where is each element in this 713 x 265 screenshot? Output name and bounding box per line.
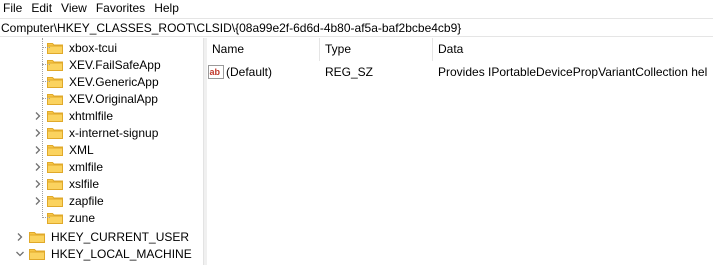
tree-item[interactable]: xhtmlfile xyxy=(33,107,113,124)
tree-guide-tick xyxy=(42,217,50,218)
chevron-right-icon[interactable] xyxy=(33,111,43,121)
address-bar[interactable]: Computer\HKEY_CLASSES_ROOT\CLSID\{08a99e… xyxy=(0,18,713,37)
chevron-right-icon[interactable] xyxy=(33,196,43,206)
tree-item-label: xhtmlfile xyxy=(69,108,114,123)
menu-view[interactable]: View xyxy=(58,0,93,17)
tree-item-label: xbox-tcui xyxy=(69,40,118,55)
list-header: Name Type Data xyxy=(207,38,713,61)
menu-bar: File Edit View Favorites Help xyxy=(0,0,713,17)
folder-icon xyxy=(29,231,45,243)
string-value-icon: ab xyxy=(208,65,224,79)
tree-item[interactable]: HKEY_LOCAL_MACHINE xyxy=(15,245,192,262)
tree-item[interactable]: XEV.OriginalApp xyxy=(33,90,158,107)
tree-guide-tick xyxy=(42,81,50,82)
address-path[interactable]: Computer\HKEY_CLASSES_ROOT\CLSID\{08a99e… xyxy=(1,21,461,35)
values-list[interactable]: Name Type Data ab (Default) REG_SZ Provi… xyxy=(207,38,713,265)
menu-favorites[interactable]: Favorites xyxy=(93,0,151,17)
tree-item-label: HKEY_CURRENT_USER xyxy=(51,229,190,244)
chevron-right-icon[interactable] xyxy=(33,162,43,172)
tree-item-label: XML xyxy=(69,142,94,157)
tree-item-label: zapfile xyxy=(69,193,104,208)
folder-icon xyxy=(47,127,63,139)
tree-item[interactable]: xmlfile xyxy=(33,158,103,175)
tree-item[interactable]: XML xyxy=(33,141,94,158)
folder-icon xyxy=(47,178,63,190)
chevron-right-icon[interactable] xyxy=(15,232,25,242)
folder-icon xyxy=(47,110,63,122)
tree-item-label: HKEY_LOCAL_MACHINE xyxy=(51,246,192,261)
tree-item[interactable]: HKEY_CURRENT_USER xyxy=(15,228,189,245)
chevron-right-icon[interactable] xyxy=(33,179,43,189)
tree-item-label: XEV.GenericApp xyxy=(69,74,159,89)
tree-item-label: x-internet-signup xyxy=(69,125,159,140)
folder-icon xyxy=(29,248,45,260)
chevron-right-icon[interactable] xyxy=(33,145,43,155)
column-header-data[interactable]: Data xyxy=(433,38,713,61)
tree-guide-tick xyxy=(42,98,50,99)
tree-guide-tick xyxy=(42,47,50,48)
folder-icon xyxy=(47,144,63,156)
tree-guide-tick xyxy=(42,64,50,65)
tree-item[interactable]: x-internet-signup xyxy=(33,124,158,141)
chevron-down-icon[interactable] xyxy=(15,249,25,259)
svg-text:ab: ab xyxy=(210,67,221,77)
tree-item[interactable]: XEV.FailSafeApp xyxy=(33,56,161,73)
column-header-type[interactable]: Type xyxy=(320,38,433,61)
tree-item-label: xslfile xyxy=(69,176,100,191)
tree-item-label: XEV.OriginalApp xyxy=(69,91,158,106)
cell-name: ab (Default) xyxy=(207,65,320,79)
tree-item-label: XEV.FailSafeApp xyxy=(69,57,161,72)
list-row[interactable]: ab (Default) REG_SZ Provides IPortableDe… xyxy=(207,63,713,81)
tree-item-label: zune xyxy=(69,210,96,225)
folder-icon xyxy=(47,195,63,207)
menu-help[interactable]: Help xyxy=(151,0,185,17)
tree-item[interactable]: XEV.GenericApp xyxy=(33,73,159,90)
column-header-name[interactable]: Name xyxy=(207,38,320,61)
menu-edit[interactable]: Edit xyxy=(28,0,58,17)
tree-item-label: xmlfile xyxy=(69,159,104,174)
value-name: (Default) xyxy=(226,65,273,79)
tree-item[interactable]: xslfile xyxy=(33,175,99,192)
value-type: REG_SZ xyxy=(325,65,374,79)
registry-tree[interactable]: xbox-tcui XEV.FailSafeApp XEV.GenericApp XE… xyxy=(0,38,203,265)
folder-icon xyxy=(47,161,63,173)
value-data: Provides IPortableDevicePropVariantColle… xyxy=(438,65,708,79)
tree-item[interactable]: zapfile xyxy=(33,192,104,209)
chevron-right-icon[interactable] xyxy=(33,128,43,138)
menu-file[interactable]: File xyxy=(0,0,28,17)
